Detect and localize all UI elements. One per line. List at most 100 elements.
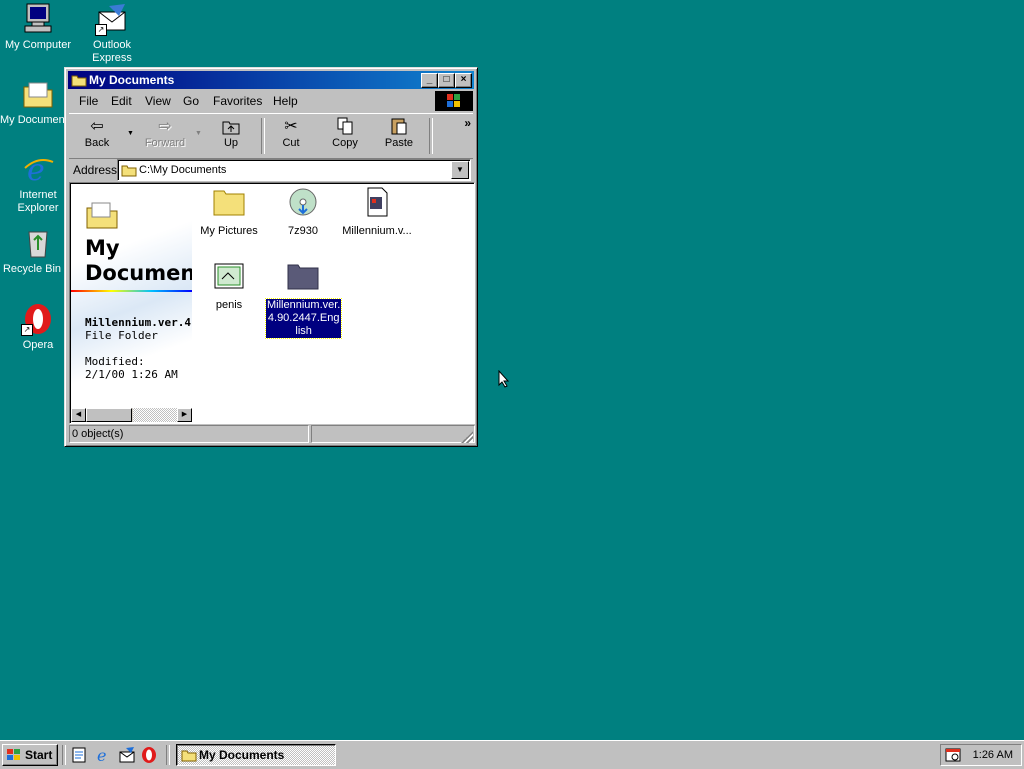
my-documents-icon [21, 77, 55, 111]
image-file-icon [212, 263, 246, 294]
file-label: Millennium.v... [342, 225, 412, 237]
folder-content-area[interactable]: MyDocuments Millennium.ver.4.90.2447.Eng… [69, 182, 475, 424]
folder-icon [212, 190, 246, 220]
window-titlebar[interactable]: My Documents _ □ × [68, 71, 474, 89]
file-item-7z930[interactable]: 7z930 [266, 187, 340, 238]
document-file-icon [360, 187, 394, 220]
scroll-thumb[interactable] [86, 408, 132, 422]
address-dropdown-button[interactable]: ▼ [451, 161, 469, 179]
outlook-express-icon: ↗ [95, 2, 129, 36]
shortcut-arrow-icon: ↗ [95, 24, 107, 36]
web-view-info-pane: MyDocuments Millennium.ver.4.90.2447.Eng… [71, 184, 192, 408]
folder-icon [181, 748, 197, 765]
recycle-bin-icon [21, 226, 55, 260]
cut-button[interactable]: ✂ Cut [265, 117, 317, 153]
paste-button[interactable]: Paste [373, 117, 425, 153]
windows-flag-icon [6, 748, 22, 765]
forward-arrow-icon: ⇨ [158, 118, 172, 135]
address-bar: Address C:\My Documents ▼ [69, 159, 473, 181]
selected-item-type: File Folder [85, 329, 158, 342]
menu-favorites[interactable]: Favorites [213, 94, 262, 108]
task-button-my-documents[interactable]: My Documents [176, 744, 336, 766]
opera-icon[interactable] [140, 746, 158, 764]
close-button[interactable]: × [455, 73, 472, 88]
scheduler-icon[interactable] [945, 747, 961, 766]
copy-icon [319, 117, 371, 137]
resize-grip-icon[interactable] [461, 431, 473, 443]
horizontal-scrollbar[interactable]: ◀ ▶ [71, 408, 192, 422]
svg-text:e: e [27, 153, 45, 186]
windows-logo-icon [435, 91, 473, 111]
desktop-icon-label: My Documents [0, 114, 64, 126]
folder-dark-icon [286, 264, 320, 294]
file-label: penis [215, 299, 243, 311]
forward-dropdown-icon[interactable]: ▼ [195, 130, 202, 137]
file-item-penis[interactable]: penis [192, 261, 266, 312]
forward-button[interactable]: ⇨ Forward [139, 117, 191, 153]
outlook-express-icon[interactable] [118, 746, 136, 764]
file-label: Millennium.ver. 4.90.2447.Eng lish [264, 298, 343, 339]
menu-file[interactable]: File [79, 94, 98, 108]
up-folder-icon [205, 117, 257, 137]
file-item-my-pictures[interactable]: My Pictures [192, 187, 266, 238]
shortcut-arrow-icon: ↗ [21, 324, 33, 336]
back-dropdown-icon[interactable]: ▼ [127, 130, 134, 137]
status-text: 0 object(s) [72, 428, 124, 440]
start-button[interactable]: Start [2, 744, 58, 766]
folder-large-icon [85, 200, 119, 233]
toolbar-more-button[interactable]: » [464, 116, 471, 130]
menu-view[interactable]: View [145, 94, 171, 108]
scroll-track[interactable] [133, 408, 177, 422]
address-input[interactable]: C:\My Documents ▼ [117, 159, 471, 181]
clipboard-icon [373, 117, 425, 137]
selected-item-name: Millennium.ver.4.90.2447.English [85, 316, 192, 329]
notepad-icon[interactable] [70, 746, 88, 764]
file-label: 7z930 [288, 225, 318, 237]
internet-explorer-icon[interactable]: e [94, 746, 112, 765]
menu-help[interactable]: Help [273, 94, 298, 108]
status-pane-objects: 0 object(s) [69, 425, 309, 443]
address-label: Address [73, 163, 118, 177]
status-bar: 0 object(s) [69, 425, 475, 443]
internet-explorer-icon: e [21, 152, 55, 188]
menu-edit[interactable]: Edit [111, 94, 132, 108]
window-title: My Documents [89, 73, 175, 87]
address-value: C:\My Documents [139, 164, 227, 176]
desktop-icon-outlook-express[interactable]: ↗ Outlook Express [74, 2, 150, 65]
file-item-millennium-folder[interactable]: Millennium.ver. 4.90.2447.Eng lish [264, 261, 343, 339]
menu-go[interactable]: Go [183, 94, 199, 108]
toolbar-separator [429, 118, 433, 154]
scroll-right-button[interactable]: ▶ [177, 408, 192, 422]
modified-value: 2/1/00 1:26 AM [85, 368, 178, 381]
opera-icon: ↗ [21, 302, 55, 336]
my-computer-icon [21, 2, 55, 36]
back-button[interactable]: ⇦ Back [71, 117, 123, 153]
clock[interactable]: 1:26 AM [973, 749, 1013, 761]
rainbow-divider [71, 290, 192, 292]
file-item-millennium-file[interactable]: Millennium.v... [340, 187, 414, 238]
scissors-icon: ✂ [284, 118, 298, 135]
taskbar: Start e My Documents 1:26 AM [0, 740, 1024, 769]
maximize-button[interactable]: □ [438, 73, 455, 88]
back-arrow-icon: ⇦ [90, 118, 104, 135]
taskbar-separator [166, 745, 170, 765]
taskbar-separator [62, 745, 66, 765]
folder-icon [71, 73, 87, 90]
desktop-icon-label: Outlook Express [92, 39, 132, 64]
up-button[interactable]: Up [205, 117, 257, 153]
my-documents-window[interactable]: My Documents _ □ × File Edit View Go Fav… [64, 67, 478, 447]
folder-icon [121, 163, 137, 180]
scroll-left-button[interactable]: ◀ [71, 408, 86, 422]
minimize-button[interactable]: _ [421, 73, 438, 88]
menu-bar: File Edit View Go Favorites Help [69, 91, 473, 111]
desktop-icon-label: Recycle Bin [2, 263, 62, 275]
status-pane-secondary [311, 425, 475, 443]
standard-toolbar: ⇦ Back ▼ ⇨ Forward ▼ Up ✂ Cut Copy Paste… [69, 113, 473, 159]
desktop-icon-label: My Computer [4, 39, 72, 51]
folder-title: MyDocuments [85, 236, 192, 285]
system-tray: 1:26 AM [940, 744, 1022, 766]
desktop-icon-my-computer[interactable]: My Computer [0, 2, 76, 52]
copy-button[interactable]: Copy [319, 117, 371, 153]
mouse-cursor-icon [498, 369, 510, 391]
file-label: My Pictures [200, 225, 258, 237]
